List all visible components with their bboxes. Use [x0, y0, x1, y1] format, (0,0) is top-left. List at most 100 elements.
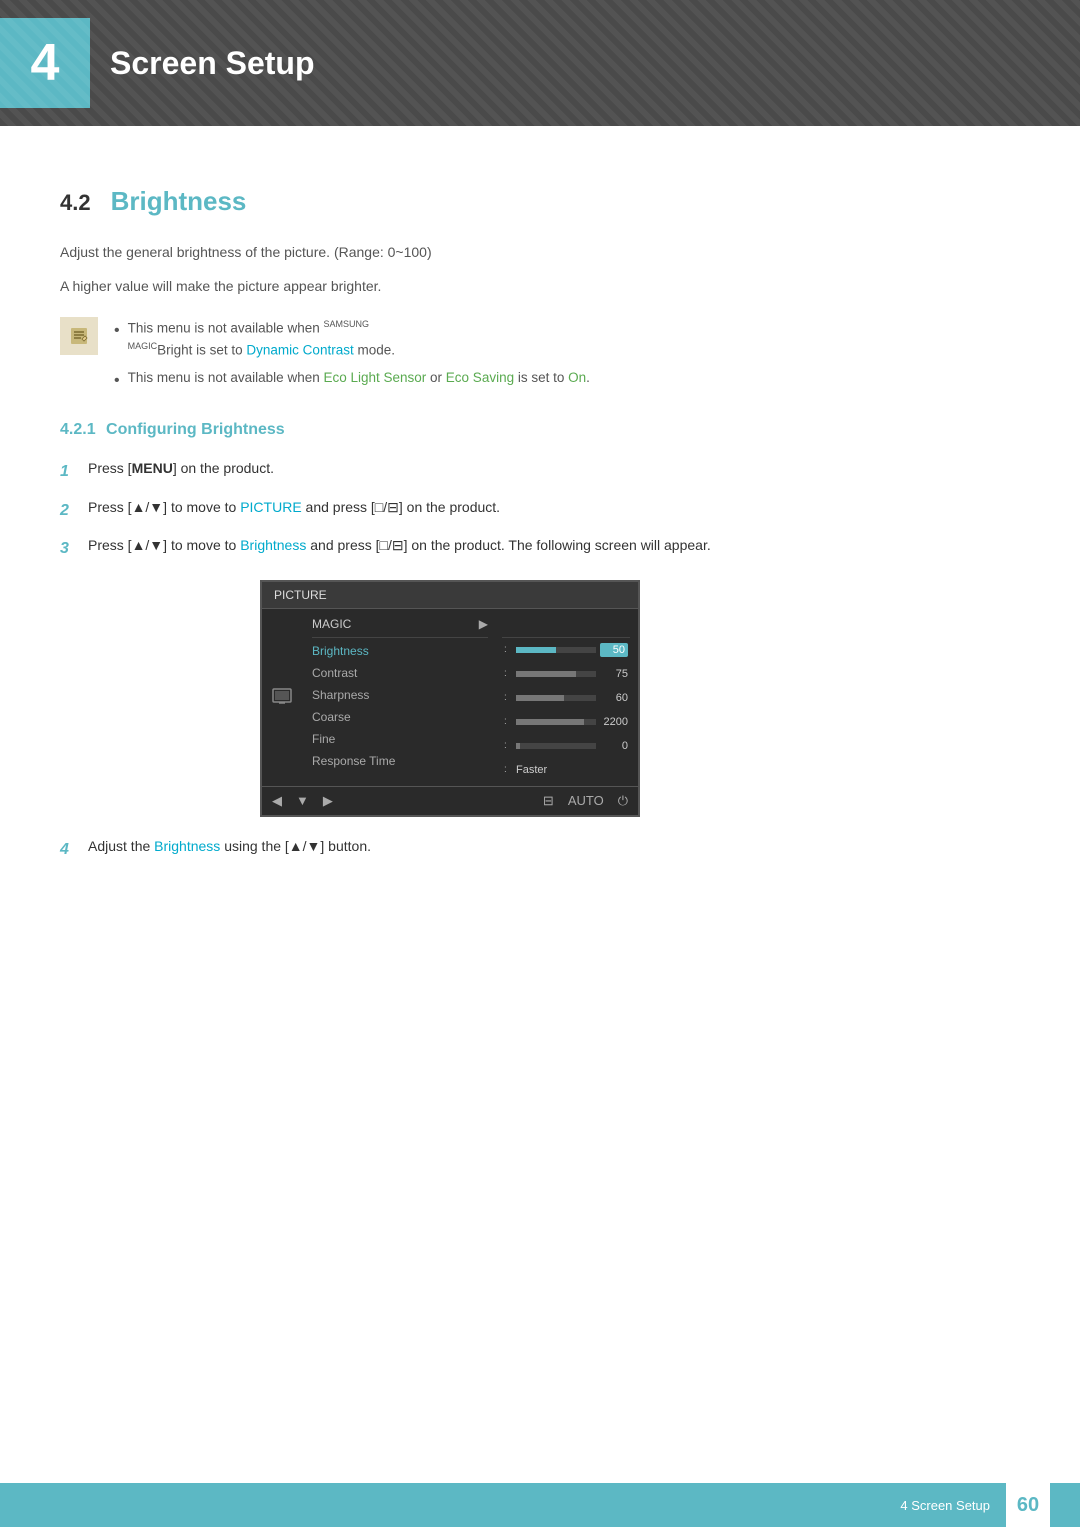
step-1-num: 1	[60, 458, 78, 485]
subsection-title: 4.2.1 Configuring Brightness	[60, 421, 1020, 439]
footer-page-number: 60	[1006, 1483, 1050, 1527]
bullet-2: •	[114, 368, 120, 394]
contrast-label: Contrast	[312, 666, 357, 680]
footer-icon-enter: ⊟	[543, 793, 554, 809]
value-row-response: : Faster	[498, 758, 634, 782]
magic-label: MAGIC	[312, 617, 351, 631]
bullet-1: •	[114, 318, 120, 344]
note-line-1: • This menu is not available when SAMSUN…	[114, 317, 590, 361]
value-row-magic	[498, 613, 634, 637]
pencil-svg	[68, 325, 90, 347]
fine-fill	[516, 743, 520, 749]
brightness-link[interactable]: Brightness	[240, 537, 306, 553]
step-3: 3 Press [▲/▼] to move to Brightness and …	[60, 534, 1020, 562]
on-link[interactable]: On	[568, 370, 586, 385]
section-heading: Brightness	[111, 186, 247, 217]
coarse-label: Coarse	[312, 710, 351, 724]
step-4: 4 Adjust the Brightness using the [▲/▼] …	[60, 835, 1020, 863]
step-3-text: Press [▲/▼] to move to Brightness and pr…	[88, 534, 1020, 558]
eco-saving-link[interactable]: Eco Saving	[446, 370, 514, 385]
coarse-value: 2200	[600, 716, 628, 728]
step-2-text: Press [▲/▼] to move to PICTURE and press…	[88, 496, 1020, 520]
main-content: 4.2 Brightness Adjust the general bright…	[0, 126, 1080, 913]
step-1: 1 Press [MENU] on the product.	[60, 457, 1020, 485]
chapter-number-box: 4	[0, 18, 90, 108]
menu-item-sharpness: Sharpness	[302, 684, 498, 706]
screen-header: PICTURE	[262, 582, 638, 609]
note-text-2: This menu is not available when Eco Ligh…	[128, 367, 590, 389]
screen-sidebar	[262, 609, 302, 786]
note-lines: • This menu is not available when SAMSUN…	[114, 317, 590, 394]
value-row-brightness: : 50	[498, 638, 634, 662]
contrast-fill	[516, 671, 576, 677]
page-footer: 4 Screen Setup 60	[0, 1483, 1080, 1527]
note-container: • This menu is not available when SAMSUN…	[60, 317, 1020, 394]
menu-item-magic: MAGIC ▶	[302, 613, 498, 635]
screen-header-label: PICTURE	[274, 588, 327, 602]
footer-icon-power: ⏻	[618, 793, 628, 809]
response-label: Response Time	[312, 754, 395, 768]
sharpness-bar	[516, 695, 596, 701]
eco-light-sensor-link[interactable]: Eco Light Sensor	[323, 370, 426, 385]
menu-item-contrast: Contrast	[302, 662, 498, 684]
step-2-num: 2	[60, 497, 78, 524]
picture-link[interactable]: PICTURE	[240, 499, 301, 515]
magic-arrow: ▶	[479, 617, 488, 631]
section-number: 4.2	[60, 190, 91, 216]
subsection-number: 4.2.1	[60, 421, 96, 438]
screen-footer: ◀ ▼ ▶ ⊟ AUTO ⏻	[262, 786, 638, 815]
screen-body: MAGIC ▶ Brightness Contrast Sharpness	[262, 609, 638, 786]
footer-icon-left: ◀	[272, 793, 282, 809]
dynamic-contrast-link[interactable]: Dynamic Contrast	[246, 342, 353, 357]
sharpness-value: 60	[600, 692, 628, 704]
steps-list-2: 4 Adjust the Brightness using the [▲/▼] …	[60, 835, 1020, 863]
value-row-sharpness: : 60	[498, 686, 634, 710]
step-2: 2 Press [▲/▼] to move to PICTURE and pre…	[60, 496, 1020, 524]
value-row-fine: : 0	[498, 734, 634, 758]
chapter-header: 4 Screen Setup	[0, 0, 1080, 126]
note-line-2: • This menu is not available when Eco Li…	[114, 367, 590, 394]
sharpness-label: Sharpness	[312, 688, 369, 702]
monitor-icon	[271, 686, 293, 708]
menu-item-fine: Fine	[302, 728, 498, 750]
screen-values: : 50 : 75	[498, 609, 638, 786]
chapter-title: Screen Setup	[110, 45, 315, 82]
contrast-value: 75	[600, 668, 628, 680]
step-4-text: Adjust the Brightness using the [▲/▼] bu…	[88, 835, 1020, 859]
screen-mockup-container: PICTURE MAGIC	[260, 580, 1020, 817]
menu-item-coarse: Coarse	[302, 706, 498, 728]
steps-list: 1 Press [MENU] on the product. 2 Press […	[60, 457, 1020, 562]
brightness-fill	[516, 647, 556, 653]
fine-bar	[516, 743, 596, 749]
value-row-coarse: : 2200	[498, 710, 634, 734]
contrast-bar	[516, 671, 596, 677]
footer-icon-right: ▶	[323, 793, 333, 809]
brightness-value: 50	[600, 643, 628, 657]
fine-label: Fine	[312, 732, 335, 746]
screen-menu: MAGIC ▶ Brightness Contrast Sharpness	[302, 609, 498, 786]
brightness-bar	[516, 647, 596, 653]
sharpness-fill	[516, 695, 564, 701]
step-4-num: 4	[60, 836, 78, 863]
footer-label: 4 Screen Setup	[900, 1498, 990, 1513]
footer-icons-right: ⊟ AUTO ⏻	[543, 793, 628, 809]
value-row-contrast: : 75	[498, 662, 634, 686]
step-3-num: 3	[60, 535, 78, 562]
footer-icons-left: ◀ ▼ ▶	[272, 793, 333, 809]
note-text-1: This menu is not available when SAMSUNGM…	[128, 317, 395, 361]
brightness-label: Brightness	[312, 644, 369, 658]
step-1-text: Press [MENU] on the product.	[88, 457, 1020, 481]
description-1: Adjust the general brightness of the pic…	[60, 241, 1020, 265]
section-title: 4.2 Brightness	[60, 186, 1020, 217]
fine-value: 0	[600, 740, 628, 752]
chapter-number: 4	[31, 33, 60, 93]
response-value: Faster	[516, 764, 547, 776]
subsection-heading: Configuring Brightness	[106, 421, 285, 438]
menu-item-response: Response Time	[302, 750, 498, 772]
note-icon	[60, 317, 98, 355]
screen-mockup: PICTURE MAGIC	[260, 580, 640, 817]
description-2: A higher value will make the picture app…	[60, 275, 1020, 299]
footer-icon-auto: AUTO	[568, 793, 604, 808]
coarse-bar	[516, 719, 596, 725]
brightness-link-2[interactable]: Brightness	[154, 838, 220, 854]
